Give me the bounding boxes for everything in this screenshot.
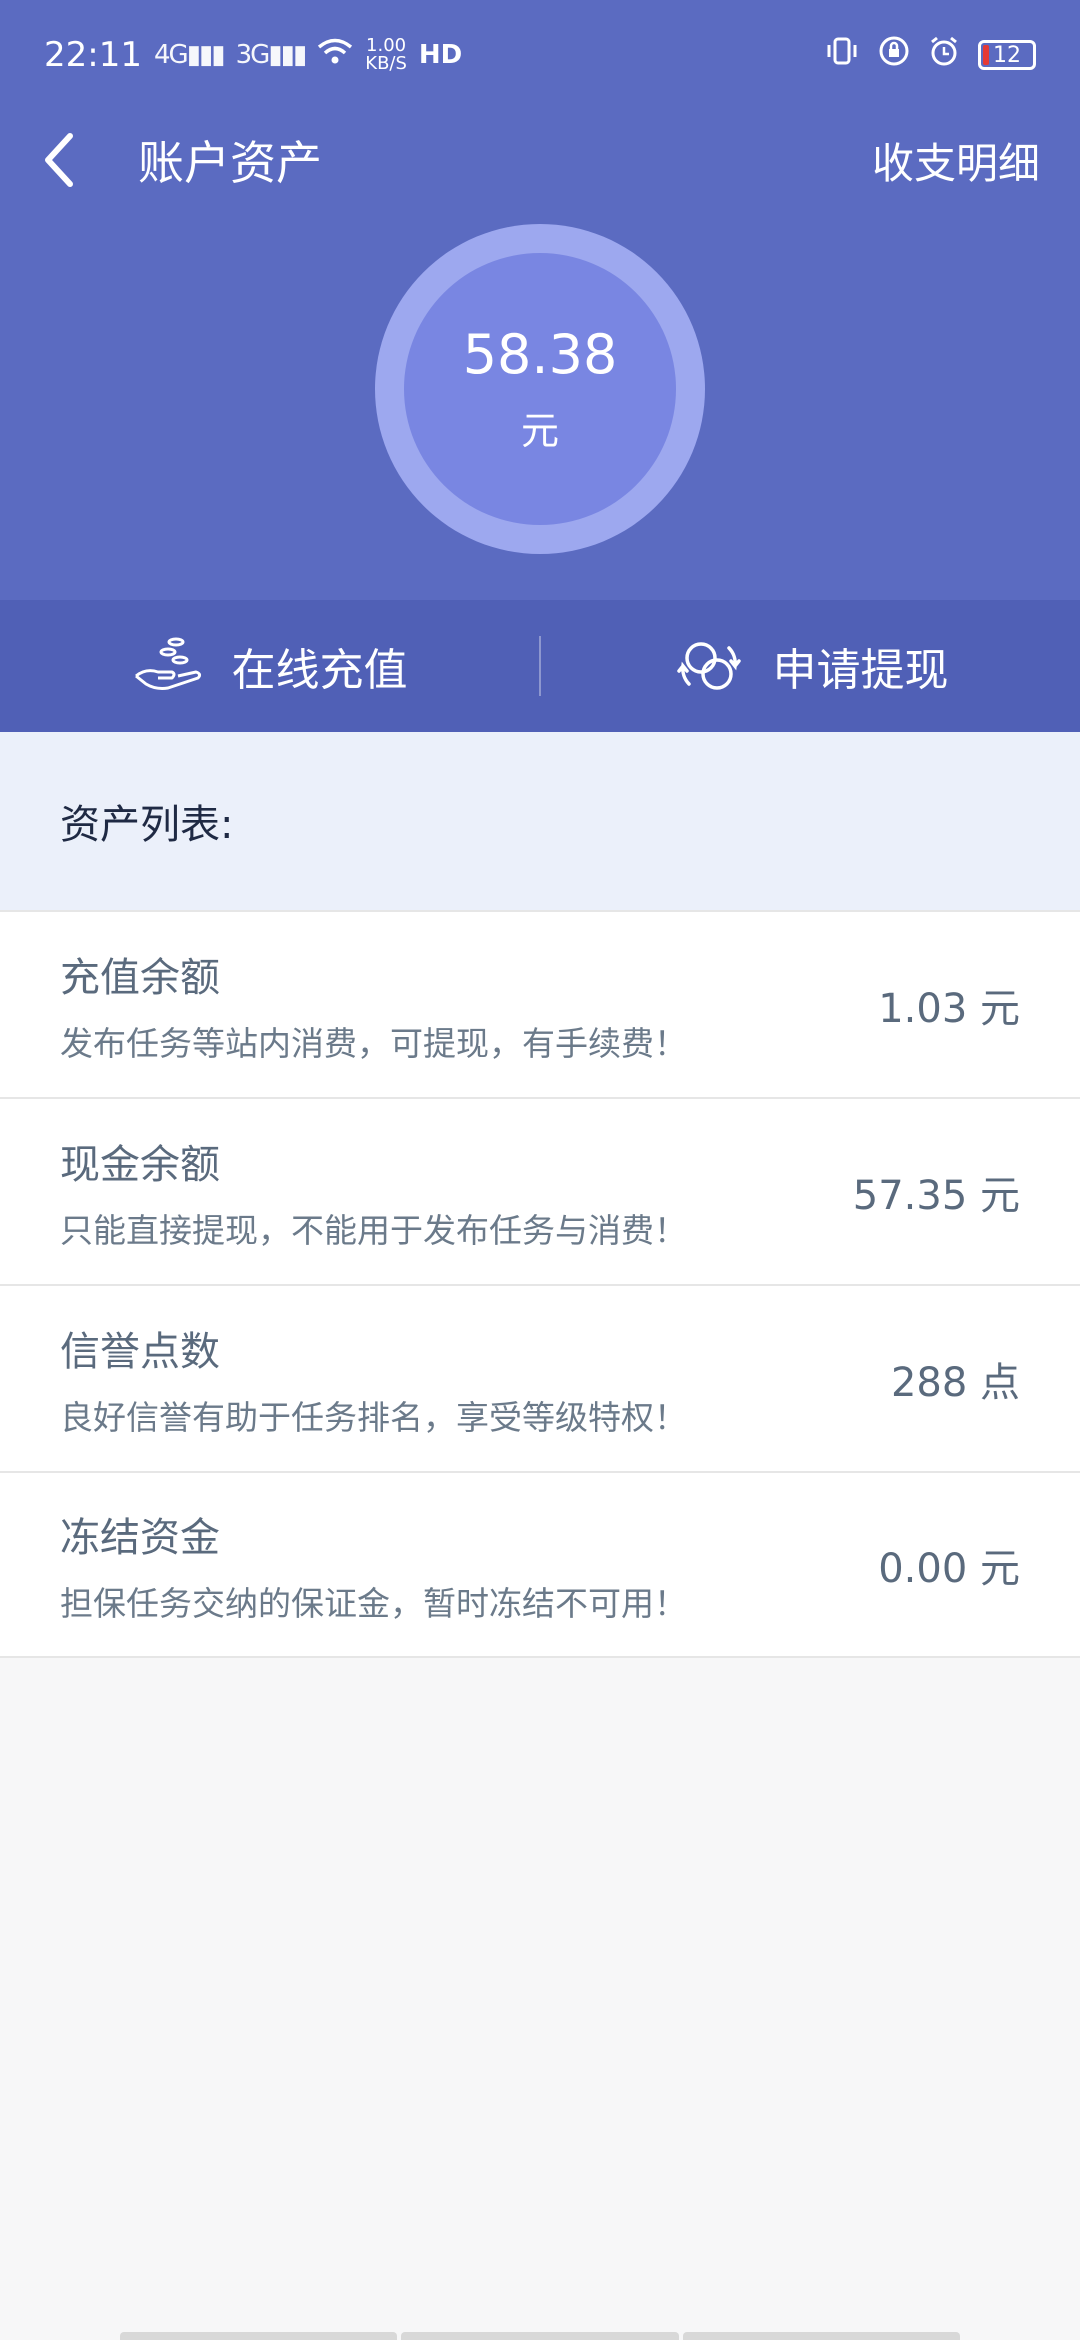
action-bar: 在线充值 申请提现 xyxy=(0,600,1080,732)
asset-value: 0.00 元 xyxy=(878,1545,1020,1592)
page-title: 账户资产 xyxy=(138,136,322,190)
net-speed: 1.00 KB/S xyxy=(365,35,407,74)
status-bar: 22:11 4G▮▮▮ 3G▮▮▮ 1.00 KB/S HD 12 xyxy=(0,0,1080,110)
asset-desc: 担保任务交纳的保证金，暂时冻结不可用！ xyxy=(60,1583,687,1623)
balance-amount: 58.38 xyxy=(462,323,618,386)
app-header: 账户资产 收支明细 xyxy=(0,110,1080,210)
balance-circle: 58.38 元 xyxy=(404,253,676,525)
top-panel: 22:11 4G▮▮▮ 3G▮▮▮ 1.00 KB/S HD 12 账户资产 收… xyxy=(0,0,1080,600)
signal-4g-icon: 4G▮▮▮ xyxy=(153,40,226,70)
asset-row-credit-points[interactable]: 信誉点数 良好信誉有助于任务排名，享受等级特权！ 288 点 xyxy=(0,1284,1080,1471)
asset-desc: 只能直接提现，不能用于发布任务与消费！ xyxy=(60,1210,687,1250)
asset-list-heading: 资产列表: xyxy=(0,732,1080,910)
asset-value: 288 点 xyxy=(890,1359,1020,1406)
header-left: 账户资产 xyxy=(40,127,322,193)
asset-title: 现金余额 xyxy=(60,1141,220,1188)
navigation-gesture-bar[interactable] xyxy=(120,2332,960,2340)
apply-withdraw-button[interactable]: 申请提现 xyxy=(541,600,1080,732)
asset-value: 57.35 元 xyxy=(852,1172,1020,1219)
asset-desc: 发布任务等站内消费，可提现，有手续费！ xyxy=(60,1023,687,1063)
lock-rotation-icon xyxy=(878,35,910,76)
status-right: 12 xyxy=(824,35,1036,76)
status-time: 22:11 xyxy=(44,35,142,75)
apply-withdraw-label: 申请提现 xyxy=(772,645,949,696)
balance-unit: 元 xyxy=(520,409,559,453)
asset-row-frozen-funds[interactable]: 冻结资金 担保任务交纳的保证金，暂时冻结不可用！ 0.00 元 xyxy=(0,1471,1080,1658)
online-recharge-label: 在线充值 xyxy=(231,645,408,696)
online-recharge-button[interactable]: 在线充值 xyxy=(0,600,539,732)
wifi-icon xyxy=(317,35,353,75)
status-left: 22:11 4G▮▮▮ 3G▮▮▮ 1.00 KB/S HD xyxy=(44,35,462,75)
asset-row-recharge-balance[interactable]: 充值余额 发布任务等站内消费，可提现，有手续费！ 1.03 元 xyxy=(0,910,1080,1097)
exchange-icon xyxy=(676,642,741,690)
vibrate-icon xyxy=(824,35,860,76)
alarm-icon xyxy=(928,35,960,76)
asset-list-title: 资产列表: xyxy=(60,802,234,848)
asset-value: 1.03 元 xyxy=(878,985,1020,1032)
hd-icon: HD xyxy=(418,40,463,70)
income-expense-detail-link[interactable]: 收支明细 xyxy=(872,130,1040,191)
asset-title: 冻结资金 xyxy=(60,1514,220,1561)
asset-desc: 良好信誉有助于任务排名，享受等级特权！ xyxy=(60,1397,687,1437)
signal-3g-icon: 3G▮▮▮ xyxy=(235,40,308,70)
asset-list: 充值余额 发布任务等站内消费，可提现，有手续费！ 1.03 元 现金余额 只能直… xyxy=(0,910,1080,1658)
asset-title: 充值余额 xyxy=(60,954,220,1001)
hand-coins-icon xyxy=(134,637,201,690)
back-button[interactable] xyxy=(40,130,100,190)
balance-ring: 58.38 元 xyxy=(375,224,705,554)
battery-icon: 12 xyxy=(978,40,1036,70)
asset-title: 信誉点数 xyxy=(60,1328,220,1375)
asset-row-cash-balance[interactable]: 现金余额 只能直接提现，不能用于发布任务与消费！ 57.35 元 xyxy=(0,1097,1080,1284)
